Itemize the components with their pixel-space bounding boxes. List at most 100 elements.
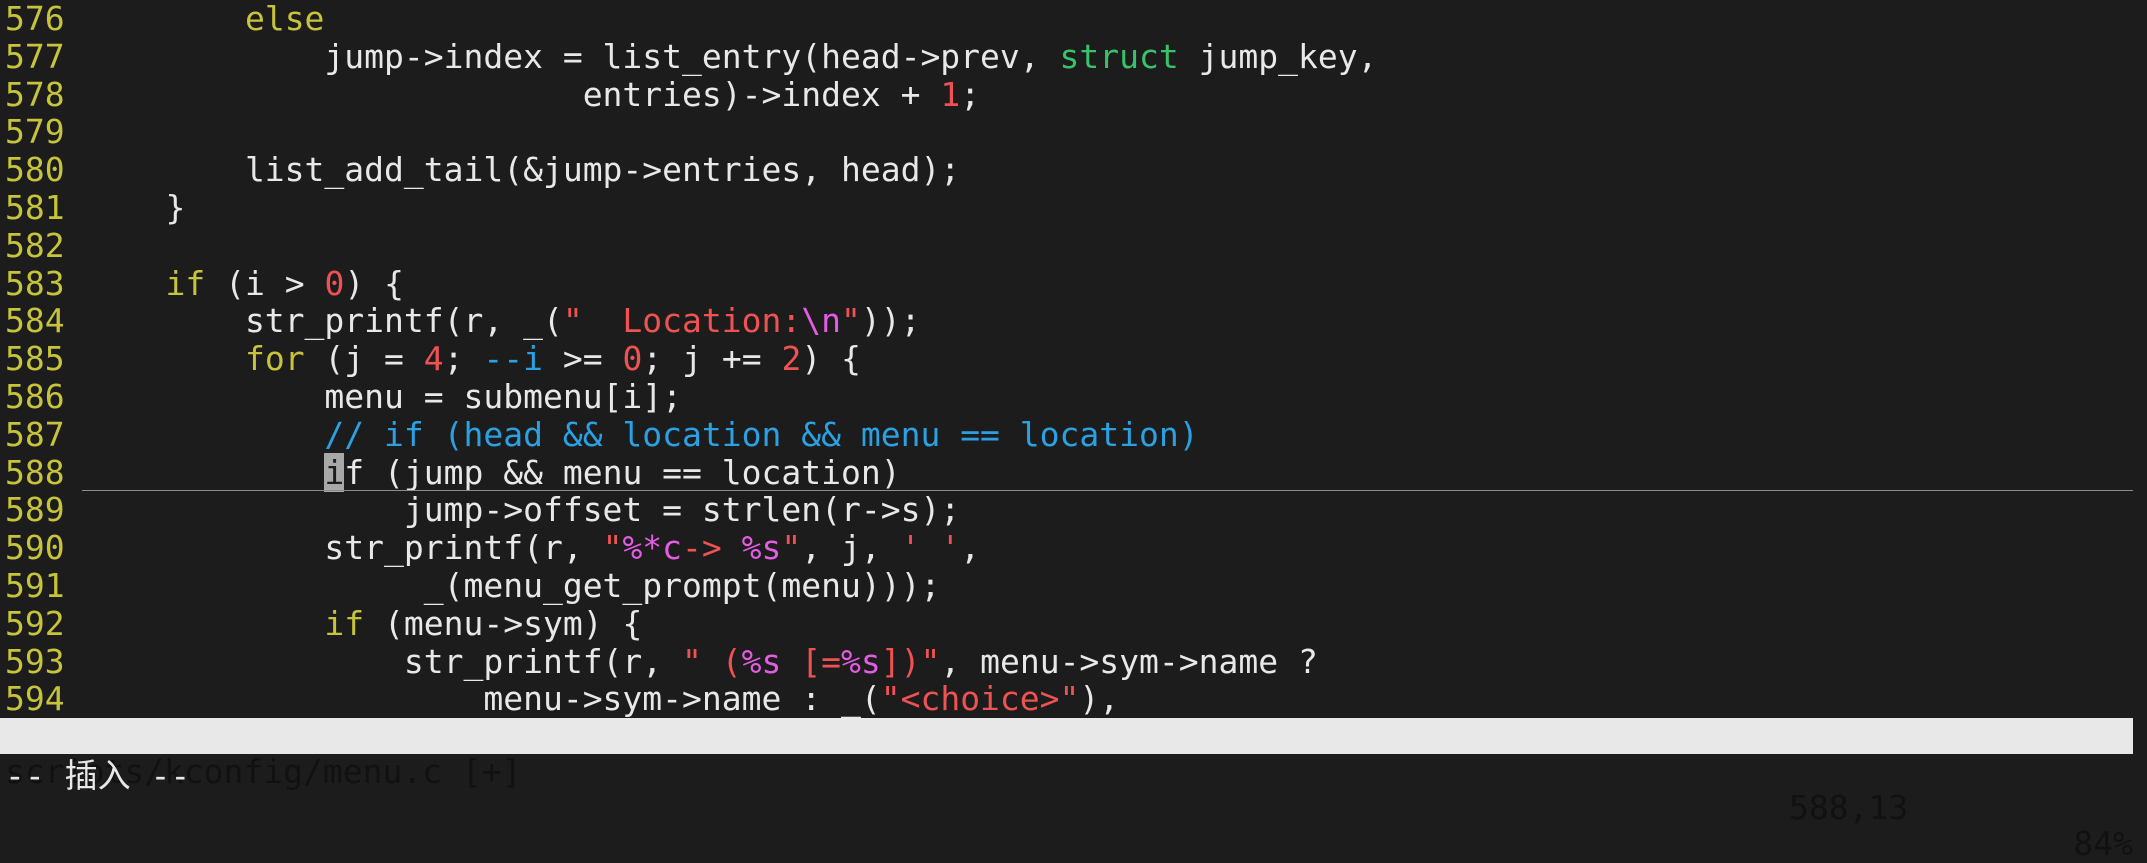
code-token: jump_key, <box>1178 36 1378 76</box>
line-number: 593 <box>5 641 65 681</box>
code-line[interactable]: 581 } <box>0 189 2147 227</box>
line-code[interactable]: list_add_tail(&jump->entries, head); <box>86 151 2147 189</box>
code-token: [= <box>781 641 841 681</box>
code-line[interactable]: 580 list_add_tail(&jump->entries, head); <box>0 151 2147 189</box>
line-code[interactable]: jump->offset = strlen(r->s); <box>86 491 2147 529</box>
code-token: menu = submenu[i]; <box>86 377 683 416</box>
code-token: if <box>165 263 206 303</box>
code-line[interactable]: 592 if (menu->sym) { <box>0 603 2147 643</box>
code-token: jump->index = list_entry(head->prev, <box>86 36 1060 76</box>
line-code[interactable]: menu->sym->name : _("<choice>"), <box>86 680 2147 718</box>
line-code[interactable]: menu = submenu[i]; <box>86 378 2147 416</box>
code-token: , j, <box>801 528 901 568</box>
line-number: 586 <box>5 377 65 416</box>
code-token: -> <box>682 528 742 568</box>
line-number: 579 <box>5 112 65 152</box>
code-token: ), <box>1079 679 1120 719</box>
line-number: 592 <box>5 603 65 643</box>
code-token: str_printf(r, <box>86 528 603 568</box>
code-token: else <box>244 0 325 38</box>
code-line[interactable]: 594 menu->sym->name : _("<choice>"), <box>0 680 2147 718</box>
code-token: 0 <box>622 339 643 379</box>
code-line[interactable]: 582 <box>0 226 2147 265</box>
mode-indicator: -- 插入 -- <box>5 756 191 795</box>
code-token: 2 <box>781 339 802 379</box>
line-code[interactable]: entries)->index + 1; <box>86 74 2147 114</box>
code-line[interactable]: 586 menu = submenu[i]; <box>0 378 2147 416</box>
line-number: 578 <box>5 74 65 114</box>
line-code[interactable]: else <box>86 0 2147 38</box>
code-token: (i > <box>205 263 325 303</box>
code-token: 4 <box>423 339 444 379</box>
code-token: "<choice>" <box>880 679 1080 719</box>
code-token: " <box>841 301 861 341</box>
line-code[interactable]: jump->index = list_entry(head->prev, str… <box>86 36 2147 76</box>
code-token: (j = <box>304 339 424 379</box>
code-line[interactable]: 585 for (j = 4; --i >= 0; j += 2) { <box>0 340 2147 378</box>
line-code[interactable]: str_printf(r, " (%s [=%s])", menu->sym->… <box>86 641 2147 681</box>
line-code[interactable]: } <box>86 189 2147 227</box>
code-token: struct <box>1059 36 1179 76</box>
line-number: 576 <box>5 0 65 38</box>
line-code[interactable]: if (i > 0) { <box>86 263 2147 303</box>
code-token: ; j += <box>642 339 782 379</box>
code-token: ) { <box>344 263 404 303</box>
code-token: %*c <box>622 528 683 568</box>
line-code[interactable]: if (menu->sym) { <box>86 603 2147 643</box>
line-number: 584 <box>5 301 65 341</box>
code-token: --i <box>483 339 544 379</box>
code-line[interactable]: 584 str_printf(r, _(" Location:\n")); <box>0 302 2147 340</box>
code-line[interactable]: 576 else <box>0 0 2147 38</box>
code-line[interactable]: 577 jump->index = list_entry(head->prev,… <box>0 36 2147 76</box>
code-line[interactable]: 579 <box>0 113 2147 151</box>
line-code[interactable]: str_printf(r, "%*c-> %s", j, ' ', <box>86 529 2147 567</box>
code-line[interactable]: 587 // if (head && location && menu == l… <box>0 414 2147 454</box>
code-token: 0 <box>324 263 345 303</box>
line-code[interactable]: if (jump && menu == location) <box>86 452 2147 492</box>
code-token: list_add_tail(&jump->entries, head); <box>86 150 961 190</box>
cursor-position: 588,13 <box>1789 788 1909 827</box>
code-token: >= <box>543 339 623 379</box>
code-editor[interactable]: 576 else 577 jump->index = list_entry(hea… <box>0 0 2147 718</box>
line-number: 580 <box>5 150 65 190</box>
line-number: 588 <box>5 452 65 492</box>
line-code[interactable]: _(menu_get_prompt(menu))); <box>86 567 2147 605</box>
code-token: ) { <box>801 339 861 379</box>
code-token: , menu->sym->name ? <box>940 641 1318 681</box>
code-line[interactable]: 583 if (i > 0) { <box>0 263 2147 303</box>
code-token: , <box>960 528 981 568</box>
text-cursor: i <box>324 452 345 492</box>
code-token: // if (head && location && menu == locat… <box>324 414 1199 454</box>
code-token: for <box>244 339 305 379</box>
code-token: ' ' <box>900 528 961 568</box>
line-code[interactable]: for (j = 4; --i >= 0; j += 2) { <box>86 340 2147 378</box>
line-number: 591 <box>5 566 65 605</box>
code-token: 1 <box>940 74 961 114</box>
status-bar: scripts/kconfig/menu.c [+] 588,13 84% <box>0 718 2133 862</box>
code-token: entries)->index + <box>86 74 941 114</box>
code-token: (menu->sym) { <box>364 603 643 643</box>
code-line[interactable]: 590 str_printf(r, "%*c-> %s", j, ' ', <box>0 529 2147 567</box>
scroll-percent: 84% <box>2073 824 2133 863</box>
line-number: 587 <box>5 414 65 454</box>
line-number: 594 <box>5 679 65 719</box>
line-number: 590 <box>5 528 65 568</box>
code-token: )); <box>860 301 921 341</box>
line-code[interactable]: str_printf(r, _(" Location:\n")); <box>86 302 2147 340</box>
code-line[interactable]: 578 entries)->index + 1; <box>0 74 2147 114</box>
code-line[interactable]: 589 jump->offset = strlen(r->s); <box>0 491 2147 529</box>
line-number: 583 <box>5 263 65 303</box>
code-line[interactable]: 591 _(menu_get_prompt(menu))); <box>0 567 2147 605</box>
code-line-current[interactable]: 588 if (jump && menu == location) <box>0 452 2147 492</box>
line-code[interactable]: // if (head && location && menu == locat… <box>86 414 2147 454</box>
code-token: ; <box>443 339 484 379</box>
code-line[interactable]: 593 str_printf(r, " (%s [=%s])", menu->s… <box>0 641 2147 681</box>
code-token: %s <box>841 641 881 681</box>
code-token: ; <box>960 74 981 114</box>
code-token: if <box>324 603 365 643</box>
